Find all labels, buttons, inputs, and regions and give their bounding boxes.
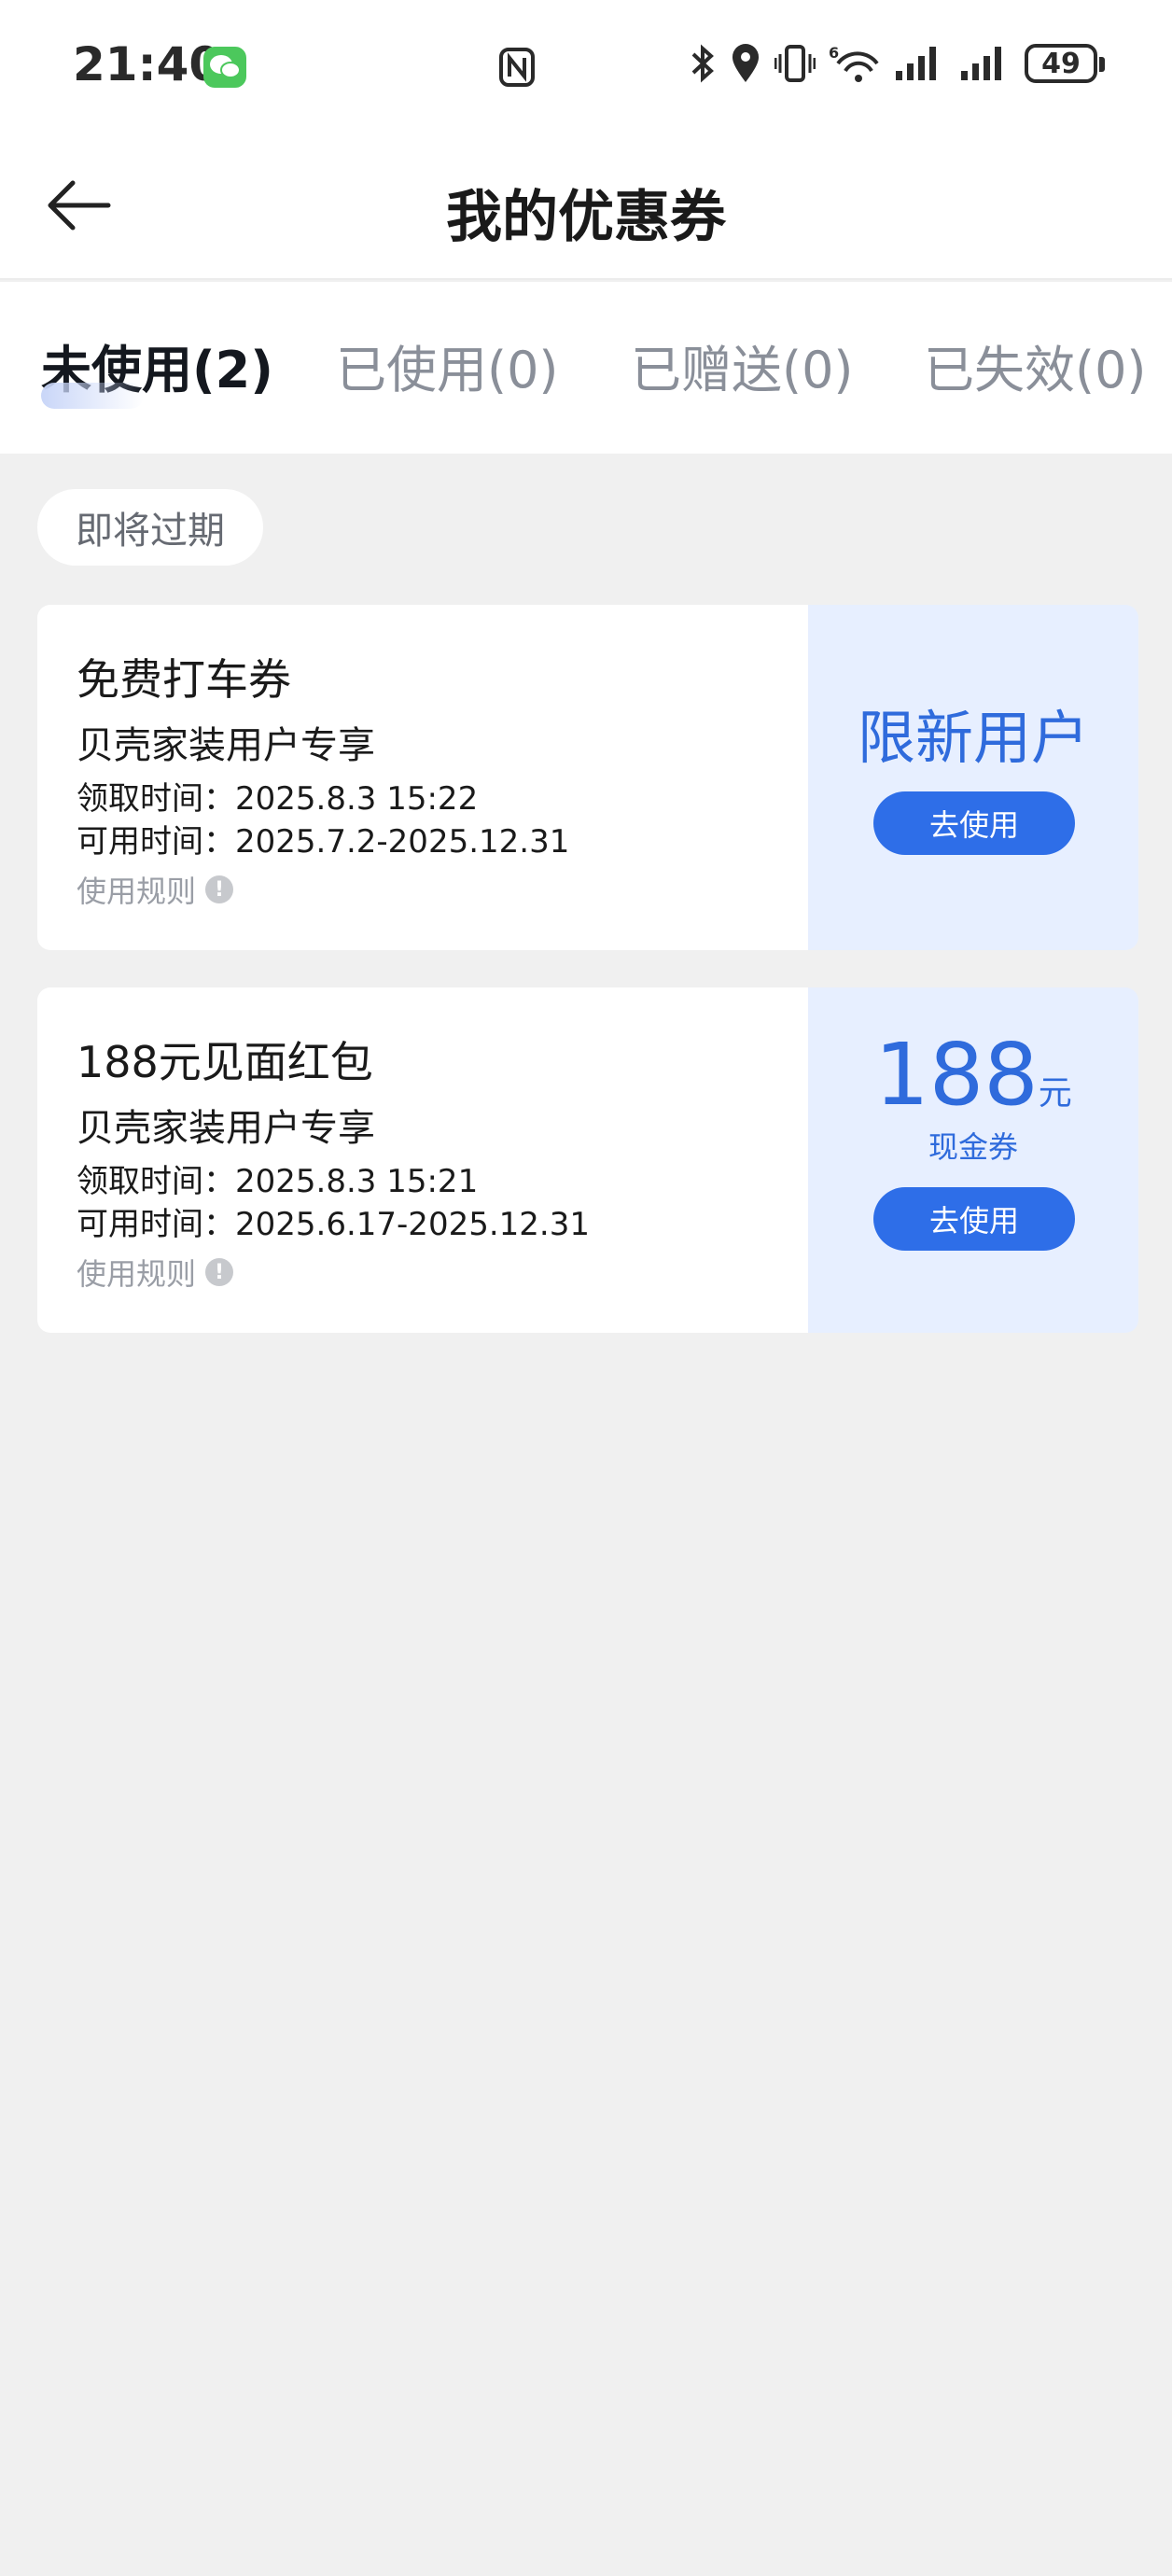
tab-gifted[interactable]: 已赠送(0) [631,329,854,402]
new-user-badge: 限新用户 [857,704,1089,772]
tab-expired[interactable]: 已失效(0) [924,329,1147,402]
coupon-name: 188元见面红包 [77,1037,373,1087]
coupon-card: 免费打车券 贝壳家装用户专享 领取时间：2025.8.3 15:22 可用时间：… [37,605,1138,950]
coupon-amount-unit: 元 [1038,1074,1072,1113]
coupon-type: 现金券 [928,1129,1018,1165]
tab-used[interactable]: 已使用(0) [336,329,559,402]
coupon-subtitle: 贝壳家装用户专享 [77,724,375,767]
bluetooth-icon [691,44,714,83]
status-icons: 6 49 [689,43,1105,84]
usage-rules-link[interactable]: 使用规则 ! [77,1251,234,1294]
page-title: 我的优惠券 [446,185,726,250]
coupon-info: 188元见面红包 贝壳家装用户专享 领取时间：2025.8.3 15:21 可用… [37,987,808,1333]
coupon-value-panel: 188元 现金券 去使用 [808,987,1138,1333]
info-icon: ! [205,875,234,903]
coupon-info: 免费打车券 贝壳家装用户专享 领取时间：2025.8.3 15:22 可用时间：… [37,605,808,950]
coupon-amount: 188元 [808,1025,1138,1125]
network-badge: 6 [829,44,839,62]
coupon-available-time: 可用时间：2025.7.2-2025.12.31 [77,823,570,861]
signal-2-icon [961,47,1001,80]
battery-level: 49 [1041,47,1081,80]
usage-rules-label: 使用规则 [77,874,197,909]
battery-icon: 49 [1025,44,1105,83]
wifi-icon: 6 [829,44,879,82]
coupon-name: 免费打车券 [77,654,291,705]
expiring-soon-label: 即将过期 [37,489,263,566]
coupon-available-time: 可用时间：2025.6.17-2025.12.31 [77,1206,590,1243]
info-icon: ! [205,1258,234,1286]
coupon-subtitle: 贝壳家装用户专享 [77,1107,375,1150]
location-icon [732,44,759,82]
status-bar: 21:40 6 49 [0,0,1172,131]
tab-bar: 未使用(2) 已使用(0) 已赠送(0) 已失效(0) [0,282,1172,454]
coupon-amount-value: 188 [874,1025,1039,1125]
coupon-received-time: 领取时间：2025.8.3 15:21 [77,1163,479,1200]
coupon-received-time: 领取时间：2025.8.3 15:22 [77,780,479,818]
use-coupon-button[interactable]: 去使用 [873,791,1075,855]
header: 我的优惠券 [0,131,1172,280]
vibrate-icon [774,45,816,82]
usage-rules-link[interactable]: 使用规则 ! [77,868,234,911]
tab-active-indicator [41,383,144,409]
usage-rules-label: 使用规则 [77,1256,197,1292]
nfc-icon [498,47,536,91]
coupon-value-panel: 限新用户 去使用 [808,605,1138,950]
status-time: 21:40 [73,37,222,91]
wechat-icon [203,47,246,88]
coupon-card: 188元见面红包 贝壳家装用户专享 领取时间：2025.8.3 15:21 可用… [37,987,1138,1333]
signal-1-icon [896,47,936,80]
use-coupon-button[interactable]: 去使用 [873,1187,1075,1251]
